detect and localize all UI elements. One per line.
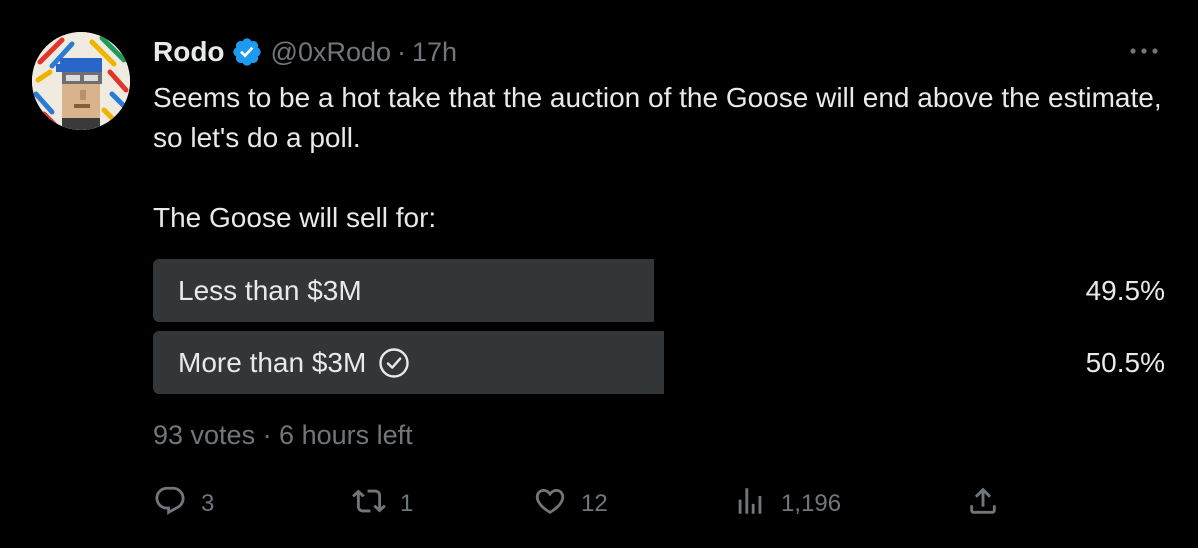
poll-option-1-label: Less than $3M bbox=[178, 259, 362, 322]
share-button[interactable] bbox=[966, 482, 1000, 526]
repost-icon bbox=[352, 484, 386, 525]
action-bar: 3 1 12 1,196 bbox=[153, 482, 1013, 526]
tweet-text-paragraph-1: Seems to be a hot take that the auction … bbox=[153, 82, 1162, 153]
avatar[interactable] bbox=[32, 32, 130, 130]
tweet-text-paragraph-2: The Goose will sell for: bbox=[153, 202, 437, 233]
verified-badge-icon[interactable] bbox=[231, 36, 263, 68]
poll-option-1-text: Less than $3M bbox=[178, 274, 362, 306]
reply-button[interactable]: 3 bbox=[153, 482, 214, 526]
views-count: 1,196 bbox=[781, 490, 842, 517]
poll-option-1-percent: 49.5% bbox=[1085, 274, 1165, 306]
tweet-text: Seems to be a hot take that the auction … bbox=[153, 78, 1163, 238]
poll-option-2: More than $3M 50.5% bbox=[153, 331, 1165, 394]
reply-count: 3 bbox=[201, 490, 215, 517]
tweet: Rodo @0xRodo · 17h Seems to be a hot tak… bbox=[0, 0, 1198, 548]
avatar-image bbox=[32, 32, 130, 130]
check-circle-icon bbox=[378, 347, 410, 379]
poll-option-2-label: More than $3M bbox=[178, 331, 410, 394]
poll-meta: 93 votes · 6 hours left bbox=[153, 420, 413, 450]
views-button[interactable]: 1,196 bbox=[733, 482, 841, 526]
share-icon bbox=[966, 484, 1000, 525]
poll-option-1: Less than $3M 49.5% bbox=[153, 259, 1165, 322]
like-count: 12 bbox=[581, 490, 608, 517]
like-icon bbox=[533, 484, 567, 525]
tweet-header: Rodo @0xRodo · 17h bbox=[153, 32, 457, 72]
more-icon[interactable] bbox=[1126, 36, 1162, 66]
views-icon bbox=[733, 484, 767, 525]
poll-option-2-text: More than $3M bbox=[178, 346, 367, 378]
repost-button[interactable]: 1 bbox=[352, 482, 413, 526]
author-handle[interactable]: @0xRodo bbox=[271, 37, 391, 68]
poll: Less than $3M 49.5% More than $3M 50.5% bbox=[153, 259, 1165, 403]
timestamp[interactable]: 17h bbox=[412, 37, 457, 68]
like-button[interactable]: 12 bbox=[533, 482, 608, 526]
separator-dot: · bbox=[397, 36, 407, 67]
author-name[interactable]: Rodo bbox=[153, 36, 225, 68]
reply-icon bbox=[153, 484, 187, 525]
repost-count: 1 bbox=[400, 490, 414, 517]
poll-option-2-percent: 50.5% bbox=[1085, 346, 1165, 378]
